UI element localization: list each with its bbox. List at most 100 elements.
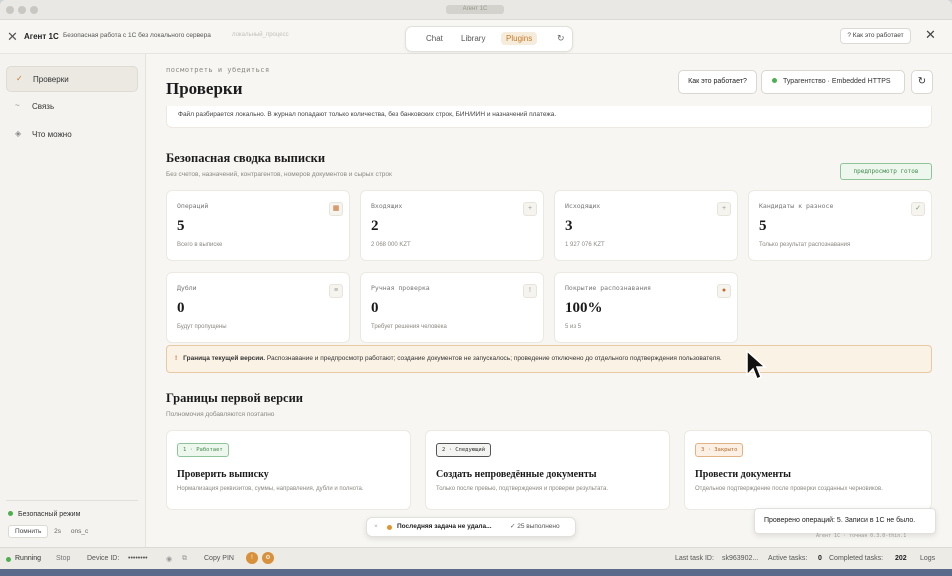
how-it-works-main-button[interactable]: Как это работает? [678,70,757,94]
phase-desc: Нормализация реквизитов, суммы, направле… [177,486,364,492]
warning-text: Распознавание и предпросмотр работают; с… [266,355,722,362]
desktop-edge [0,569,952,576]
tab-library[interactable]: Library [461,34,485,43]
active-tasks-label: Active tasks: [768,555,808,562]
sidebar-item-checks[interactable]: ✓ Проверки [6,66,138,92]
stat-value: 5 [759,218,767,234]
safe-mode-label: Безопасный режим [18,511,81,518]
app-header: ✕ Агент 1С Безопасная работа с 1С без ло… [0,20,952,54]
phase-card-3: 3 · Закрыто Провести документы Отдельное… [684,430,932,510]
connection-status[interactable]: Турагентство · Embedded HTTPS [761,70,905,94]
status-bar: Running Stop Device ID: •••••••• ◉ ⧉ Cop… [0,547,952,569]
sidebar-item-label: Связь [32,102,55,111]
running-label: Running [15,555,42,562]
completed-tasks-label: Completed tasks: [829,555,884,562]
tab-chat[interactable]: Chat [426,34,443,43]
window-title: Агент 1С [446,5,504,14]
local-note-card: Файл разбирается локально. В журнал попа… [166,106,932,128]
settings-icon[interactable]: ⚙ [262,552,274,564]
stat-note: 2 068 000 KZT [371,242,411,248]
result-toast: Проверено операций: 5. Записи в 1С не бы… [754,508,936,534]
sidebar-divider [6,500,138,501]
stat-card-manual-review: Ручная проверка ! 0 Требует решения чело… [360,272,544,343]
stat-card-outgoing: Исходящих + 3 1 927 076 KZT [554,190,738,261]
stat-card-incoming: Входящих + 2 2 068 000 KZT [360,190,544,261]
tab-plugins[interactable]: Plugins [501,32,538,45]
warning-bold: Граница текущей версии. [183,355,266,362]
stat-card-duplicates: Дубли ≡ 0 Будут пропущены [166,272,350,343]
stat-value: 3 [565,218,573,234]
main-tabs: Chat Library Plugins ↻ [405,26,573,52]
scroll-area[interactable]: Файл разбирается локально. В журнал попа… [147,106,952,547]
check-icon: ✓ [16,74,23,83]
alert-icon[interactable]: ! [246,552,258,564]
stat-label: Кандидаты к разносе [759,202,834,210]
task-done-count: ✓ 25 выполнено [510,523,560,530]
logo-icon: ✕ [7,29,18,44]
remember-note: ons_c [70,528,89,535]
safe-mode-indicator: Безопасный режим [8,511,80,518]
stat-value: 100% [565,300,603,316]
plus-icon: + [717,202,731,216]
phase-card-1: 1 · Работает Проверить выписку Нормализа… [166,430,411,510]
stat-label: Покрытие распознавания [565,284,652,292]
task-toast[interactable]: × Последняя задача не удала... ✓ 25 выпо… [366,517,576,537]
local-note-text: Файл разбирается локально. В журнал попа… [178,111,557,118]
stat-note: Требует решения человека [371,324,447,330]
stat-note: 1 927 076 KZT [565,242,605,248]
active-tasks-value: 0 [818,555,822,562]
copy-icon[interactable]: ⧉ [182,555,187,563]
phases-title: Границы первой версии [166,391,304,405]
refresh-button[interactable]: ↻ [911,70,933,94]
preview-ready-badge: предпросмотр готов [840,163,932,180]
phase-desc: Отдельное подтверждение после проверки с… [695,486,883,492]
phase-badge: 2 · Следующий [436,443,492,457]
remember-button[interactable]: Помнить [8,525,49,538]
stat-label: Входящих [371,202,403,210]
status-dot-icon [772,78,777,83]
stat-value: 0 [371,300,379,316]
dot-icon: ● [717,284,731,298]
stat-label: Ручная проверка [371,284,430,292]
exclamation-icon: ! [523,284,537,298]
sidebar-item-connection[interactable]: ~ Связь [6,94,138,120]
stat-label: Дубли [177,284,197,292]
close-window-button[interactable] [6,6,14,14]
copy-pin-button[interactable]: Copy PIN [204,555,234,562]
stat-note: Всего в выписке [177,242,223,248]
stat-card-coverage: Покрытие распознавания ● 100% 5 из 5 [554,272,738,343]
summary-title: Безопасная сводка выписки [166,151,326,165]
phase-title: Проверить выписку [177,469,269,480]
page-eyebrow: посмотреть и убедиться [166,66,270,74]
app-subtitle: Безопасная работа с 1С без локального се… [63,32,211,39]
phase-badge: 3 · Закрыто [695,443,744,457]
eye-icon[interactable]: ◉ [166,555,172,563]
logs-button[interactable]: Logs [920,555,935,562]
grid-icon: ▦ [329,202,343,216]
sidebar-item-capabilities[interactable]: ◈ Что можно [6,122,138,148]
page-title: Проверки [166,79,243,98]
minimize-window-button[interactable] [18,6,26,14]
refresh-icon[interactable]: ↻ [557,33,565,44]
maximize-window-button[interactable] [30,6,38,14]
summary-subtitle: Без счетов, назначений, контрагентов, но… [166,171,392,178]
stop-button[interactable]: Stop [56,555,70,562]
how-it-works-button[interactable]: ? Как это работает [840,28,911,44]
phase-desc: Только после превью, подтверждения и про… [436,486,609,492]
last-task-value: sk963902... [722,555,759,562]
last-task-label: Last task ID: [675,555,714,562]
stat-label: Операций [177,202,209,210]
status-dot-icon [387,525,392,530]
stat-note: Только результат распознавания [759,242,851,248]
completed-tasks-value: 202 [895,555,907,562]
app-window: Агент 1С ✕ Агент 1С Безопасная работа с … [0,0,952,576]
close-icon[interactable]: ✕ [925,27,936,43]
close-icon[interactable]: × [374,518,378,536]
status-dot-icon [8,511,13,516]
warning-icon: ! [175,355,178,362]
device-id-label: Device ID: [87,555,120,562]
version-limit-warning: ! Граница текущей версии. Распознавание и… [166,345,932,373]
phase-title: Провести документы [695,469,791,480]
remember-value: 2s [54,528,62,535]
stat-note: 5 из 5 [565,324,582,330]
